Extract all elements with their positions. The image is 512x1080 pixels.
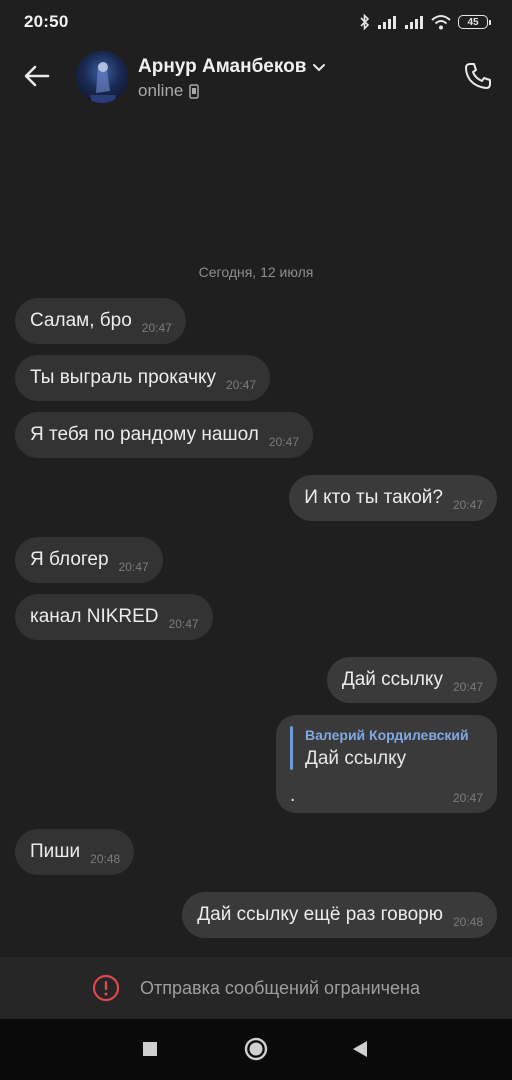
signal-icon — [378, 16, 396, 29]
message-text: Дай ссылку — [341, 669, 443, 690]
system-nav-bar — [0, 1019, 512, 1080]
message-text: Пиши — [30, 841, 81, 862]
message-outgoing-reply[interactable]: Валерий Кордилевский Дай ссылку . 20:47 — [276, 715, 497, 813]
status-time: 20:50 — [24, 12, 69, 31]
message-text: Дай ссылку ещё раз говорю — [197, 904, 443, 925]
status-icons: 45 — [360, 14, 491, 30]
message-time: 20:47 — [452, 498, 483, 512]
restricted-text: Отправка сообщений ограничена — [140, 977, 420, 998]
avatar[interactable] — [76, 51, 128, 103]
message-time: 20:47 — [226, 378, 257, 392]
message-incoming[interactable]: Я блогер 20:47 — [15, 537, 163, 583]
date-separator: Сегодня, 12 июля — [198, 264, 314, 280]
message-time: 20:47 — [168, 617, 199, 631]
home-button[interactable] — [242, 1035, 270, 1063]
reply-quote: Дай ссылку — [305, 748, 407, 769]
status-label: online — [138, 81, 184, 100]
back-arrow-icon[interactable] — [22, 61, 52, 91]
bluetooth-icon — [360, 14, 370, 30]
message-text: канал NIKRED — [30, 606, 159, 627]
message-text: Я тебя по рандому нашол — [30, 424, 259, 445]
triangle-back-icon — [353, 1041, 367, 1057]
signal-icon — [405, 16, 423, 29]
phone-device-icon — [189, 83, 200, 99]
message-time: 20:47 — [268, 435, 299, 449]
contact-name[interactable]: Арнур Аманбеков — [138, 56, 326, 78]
message-text: Ты выграль прокачку — [30, 367, 217, 388]
wifi-icon — [431, 15, 451, 30]
message-time: 20:47 — [452, 680, 483, 694]
message-time: 20:48 — [452, 915, 483, 929]
message-incoming[interactable]: Ты выграль прокачку 20:47 — [15, 355, 271, 401]
message-incoming[interactable]: Я тебя по рандому нашол 20:47 — [15, 412, 313, 458]
message-time: 20:48 — [90, 852, 121, 866]
contact-status: online — [138, 81, 200, 101]
message-incoming[interactable]: Пиши 20:48 — [15, 829, 135, 875]
chevron-down-icon — [313, 64, 326, 72]
reply-accent-bar — [290, 726, 293, 770]
square-icon — [143, 1042, 157, 1056]
message-outgoing[interactable]: Дай ссылку ещё раз говорю 20:48 — [182, 892, 497, 938]
restricted-banner: Отправка сообщений ограничена — [0, 957, 512, 1019]
battery-icon: 45 — [458, 15, 491, 29]
contact-name-label: Арнур Аманбеков — [138, 56, 307, 77]
home-circle-icon — [244, 1037, 268, 1061]
message-incoming[interactable]: канал NIKRED 20:47 — [15, 594, 213, 640]
message-text: . — [290, 785, 296, 806]
message-text: И кто ты такой? — [304, 487, 443, 508]
message-time: 20:47 — [118, 560, 149, 574]
warning-icon — [92, 974, 120, 1002]
message-text: Я блогер — [30, 549, 109, 570]
phone-call-icon[interactable] — [462, 60, 494, 92]
message-time: 20:47 — [452, 791, 483, 805]
message-text: Салам, бро — [30, 310, 132, 331]
message-incoming[interactable]: Салам, бро 20:47 — [15, 298, 186, 344]
message-outgoing[interactable]: И кто ты такой? 20:47 — [289, 475, 497, 521]
message-outgoing[interactable]: Дай ссылку 20:47 — [326, 657, 497, 703]
chat-header: Арнур Аманбеков online — [0, 44, 512, 110]
reply-author: Валерий Кордилевский — [305, 727, 469, 743]
message-time: 20:47 — [141, 321, 172, 335]
status-bar: 20:50 45 — [0, 0, 512, 44]
back-button[interactable] — [346, 1035, 374, 1063]
recents-button[interactable] — [136, 1035, 164, 1063]
